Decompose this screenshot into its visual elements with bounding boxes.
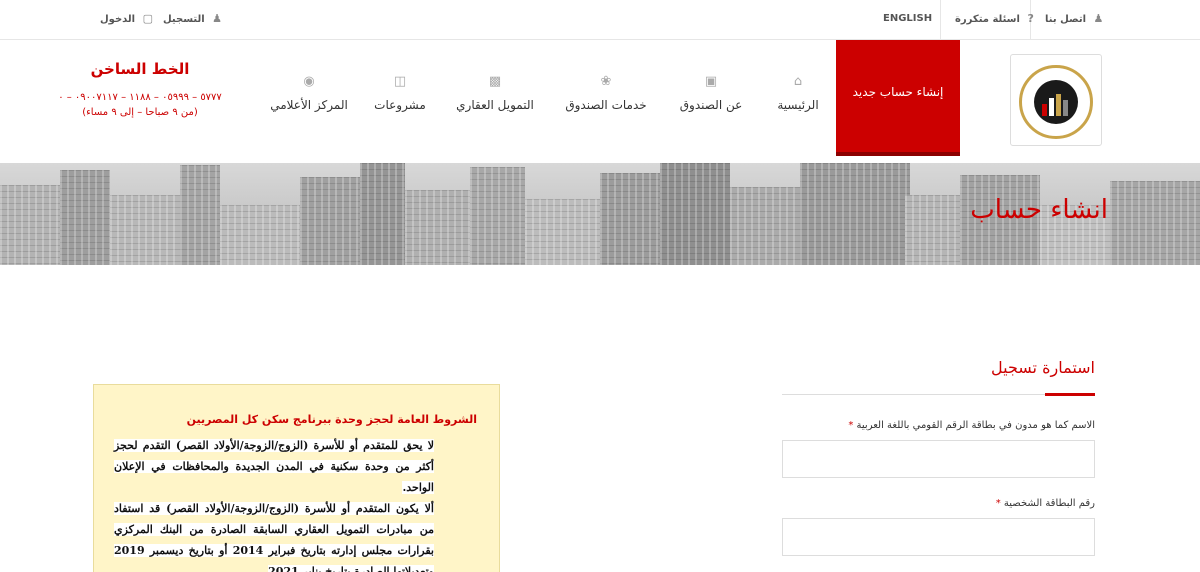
login-link[interactable]: الدخول ▢ (100, 0, 157, 40)
terms-paragraph: ألا يكون المتقدم أو للأسرة (الزوج/الزوجة… (114, 502, 434, 572)
archive-icon: ▣ (704, 74, 718, 89)
nav-item-create-account[interactable]: إنشاء حساب جديد (836, 40, 960, 156)
divider (940, 0, 941, 40)
eye-icon: ◉ (303, 74, 315, 89)
building-icon: ◫ (393, 74, 407, 89)
nav-label: إنشاء حساب جديد (852, 85, 944, 99)
nav-item-media[interactable]: ◉ المركز الأعلامي (268, 40, 350, 152)
name-input[interactable] (782, 440, 1095, 478)
lock-icon: ▢ (142, 12, 154, 25)
id-label-text: رقم البطاقة الشخصية (1003, 498, 1095, 509)
nav-label: عن الصندوق (679, 98, 743, 112)
logo-bars (1042, 94, 1070, 116)
nav-item-about[interactable]: ▣ عن الصندوق (676, 40, 746, 152)
nav-item-services[interactable]: ❀ خدمات الصندوق (560, 40, 652, 152)
english-link[interactable]: ENGLISH (883, 0, 932, 40)
hero-banner: انشاء حساب (0, 163, 1200, 265)
terms-title: الشروط العامة لحجز وحدة ببرنامج سكن كل ا… (186, 413, 477, 426)
nav-label: الرئيسية (777, 98, 819, 112)
terms-body: لا يحق للمتقدم أو للأسرة (الزوج/الزوجة/ا… (114, 435, 434, 572)
question-icon: ? (1027, 12, 1034, 25)
form-title: استمارة تسجيل (991, 358, 1095, 377)
user-icon: ♟ (1093, 12, 1104, 25)
nav-label: التمويل العقاري (456, 98, 534, 112)
name-label-text: الاسم كما هو مدون في بطاقة الرقم القومي … (856, 420, 1095, 431)
main-nav: إنشاء حساب جديد ⌂ الرئيسية ▣ عن الصندوق … (0, 40, 1200, 196)
terms-box: الشروط العامة لحجز وحدة ببرنامج سكن كل ا… (93, 384, 500, 572)
page-title: انشاء حساب (970, 195, 1108, 225)
required-marker: * (995, 498, 1001, 509)
login-label: الدخول (100, 14, 136, 25)
register-label: التسجيل (163, 14, 205, 25)
hotline-hours: (من ٩ صباحا – إلى ٩ مساء) (82, 107, 198, 118)
terms-paragraph: لا يحق للمتقدم أو للأسرة (الزوج/الزوجة/ا… (114, 439, 434, 494)
required-marker: * (848, 420, 854, 431)
nav-item-home[interactable]: ⌂ الرئيسية (770, 40, 826, 152)
contact-label: اتصل بنا (1045, 14, 1087, 25)
form-title-accent (1045, 393, 1095, 396)
nav-item-projects[interactable]: ◫ مشروعات (372, 40, 428, 152)
name-field-label: * الاسم كما هو مدون في بطاقة الرقم القوم… (842, 420, 1095, 431)
fund-logo[interactable] (1010, 54, 1102, 146)
national-id-input[interactable] (782, 518, 1095, 556)
contact-link[interactable]: اتصل بنا ♟ (1045, 0, 1107, 40)
money-icon: ▩ (488, 74, 502, 89)
top-bar: اتصل بنا ♟ اسئلة متكررة ? ENGLISH التسجي… (0, 0, 1200, 40)
register-link[interactable]: التسجيل ♟ (163, 0, 226, 40)
nav-label: المركز الأعلامي (270, 98, 348, 112)
faq-label: اسئلة متكررة (955, 14, 1020, 25)
english-label: ENGLISH (883, 13, 933, 24)
nav-item-finance[interactable]: ▩ التمويل العقاري (452, 40, 538, 152)
faq-link[interactable]: اسئلة متكررة ? (955, 0, 1038, 40)
nav-label: خدمات الصندوق (565, 98, 647, 112)
hotline-numbers[interactable]: ٥٧٧٧ – ٠٥٩٩٩ – ١١٨٨ – ٠٩٠٠٧١١٧ – ٠ (40, 92, 240, 103)
nav-label: مشروعات (374, 98, 426, 112)
id-field-label: * رقم البطاقة الشخصية (990, 498, 1095, 509)
user-icon: ♟ (212, 12, 223, 25)
hotline: الخط الساخن ٥٧٧٧ – ٠٥٩٩٩ – ١١٨٨ – ٠٩٠٠٧١… (40, 60, 240, 118)
logo-core (1034, 80, 1078, 124)
leaf-icon: ❀ (600, 74, 612, 89)
hotline-title: الخط الساخن (90, 60, 190, 78)
home-icon: ⌂ (793, 74, 803, 89)
logo-emblem (1019, 65, 1093, 139)
